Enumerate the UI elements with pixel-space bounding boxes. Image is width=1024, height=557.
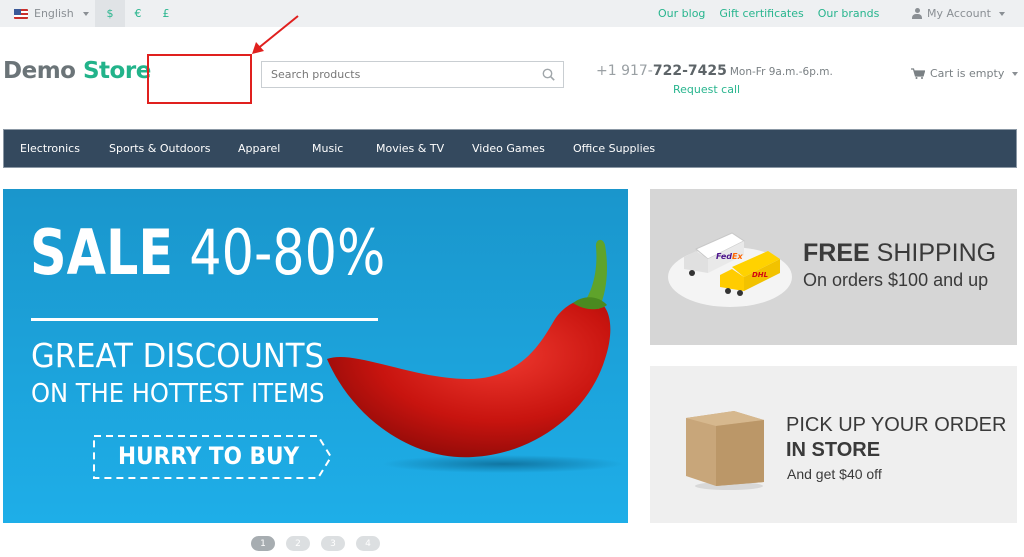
- pickup-line-1: PICK UP YOUR ORDER: [786, 414, 1007, 436]
- logo-demo: Demo: [3, 58, 76, 84]
- link-our-blog[interactable]: Our blog: [658, 7, 705, 20]
- cart-label: Cart is empty: [930, 67, 1005, 80]
- search-icon[interactable]: [542, 68, 555, 81]
- phone-main: 722-7425: [652, 63, 727, 79]
- carousel-page-2[interactable]: 2: [286, 536, 310, 551]
- category-nav: Electronics Sports & Outdoors Apparel Mu…: [3, 129, 1017, 168]
- language-selector[interactable]: English: [14, 0, 89, 27]
- annotation-highlight-box: [147, 54, 252, 104]
- free-shipping-rest: SHIPPING: [876, 239, 997, 267]
- carousel-page-1[interactable]: 1: [251, 536, 275, 551]
- cart-dropdown[interactable]: Cart is empty: [911, 67, 1019, 80]
- free-shipping-banner[interactable]: FedEx DHL FREE SHIPPING On orders $100 a…: [650, 189, 1017, 345]
- svg-text:FedEx: FedEx: [716, 252, 743, 261]
- chevron-down-icon: [1012, 71, 1019, 76]
- sale-range: 40-80%: [189, 216, 386, 289]
- nav-item-electronics[interactable]: Electronics: [20, 142, 80, 155]
- top-links: Our blog Gift certificates Our brands: [658, 0, 879, 27]
- nav-item-office-supplies[interactable]: Office Supplies: [573, 142, 655, 155]
- chevron-down-icon: [998, 11, 1005, 16]
- phone-prefix: +1 917-: [596, 63, 653, 79]
- store-logo[interactable]: Demo Store: [3, 58, 151, 84]
- hurry-to-buy-button[interactable]: HURRY TO BUY: [118, 442, 299, 470]
- sale-bold: SALE: [30, 216, 174, 289]
- currency-usd[interactable]: $: [95, 0, 125, 27]
- hero-line-hottest-items: ON THE HOTTEST ITEMS: [31, 379, 325, 409]
- annotation-arrow-icon: [252, 15, 299, 54]
- delivery-trucks-image: FedEx DHL: [668, 232, 792, 307]
- nav-item-movies-tv[interactable]: Movies & TV: [376, 142, 444, 155]
- language-label: English: [34, 7, 74, 20]
- currency-eur[interactable]: €: [123, 0, 153, 27]
- link-our-brands[interactable]: Our brands: [818, 7, 880, 20]
- nav-item-music[interactable]: Music: [312, 142, 343, 155]
- nav-item-sports-outdoors[interactable]: Sports & Outdoors: [109, 142, 210, 155]
- request-call-link[interactable]: Request call: [673, 83, 740, 96]
- hero-line-great-discounts: GREAT DISCOUNTS: [31, 336, 325, 375]
- sale-headline: SALE 40-80%: [30, 222, 385, 284]
- logo-store: Store: [82, 58, 151, 84]
- link-gift-certificates[interactable]: Gift certificates: [719, 7, 803, 20]
- currency-gbp[interactable]: £: [151, 0, 181, 27]
- cardboard-box-image: [686, 411, 764, 490]
- nav-item-apparel[interactable]: Apparel: [238, 142, 280, 155]
- hero-banner[interactable]: SALE 40-80% GREAT DISCOUNTS ON THE HOTTE…: [3, 189, 628, 523]
- free-shipping-bold: FREE: [803, 239, 870, 267]
- search-input[interactable]: [262, 62, 532, 87]
- free-shipping-subtitle: On orders $100 and up: [803, 270, 989, 290]
- top-bar: English $ € £ Our blog Gift certificates…: [0, 0, 1024, 27]
- pickup-in-store-banner[interactable]: PICK UP YOUR ORDER IN STORE And get $40 …: [650, 366, 1017, 523]
- carousel-page-3[interactable]: 3: [321, 536, 345, 551]
- us-flag-icon: [14, 8, 28, 19]
- free-shipping-title: FREE SHIPPING: [803, 239, 996, 268]
- pickup-line-3: And get $40 off: [787, 466, 882, 482]
- pickup-line-2: IN STORE: [786, 439, 881, 461]
- carousel-page-4[interactable]: 4: [356, 536, 380, 551]
- cart-icon: [911, 68, 925, 79]
- phone-number: +1 917-722-7425 Mon-Fr 9a.m.-6p.m.: [596, 63, 833, 79]
- nav-item-video-games[interactable]: Video Games: [472, 142, 545, 155]
- hero-divider: [31, 318, 378, 321]
- user-icon: [912, 8, 922, 19]
- chevron-down-icon: [82, 11, 89, 16]
- search-box: [261, 61, 564, 88]
- svg-text:DHL: DHL: [752, 271, 768, 279]
- my-account-menu[interactable]: My Account: [912, 0, 1005, 27]
- my-account-label: My Account: [927, 7, 991, 20]
- carousel-pagination: 1 2 3 4: [251, 536, 380, 551]
- business-hours: Mon-Fr 9a.m.-6p.m.: [729, 66, 833, 78]
